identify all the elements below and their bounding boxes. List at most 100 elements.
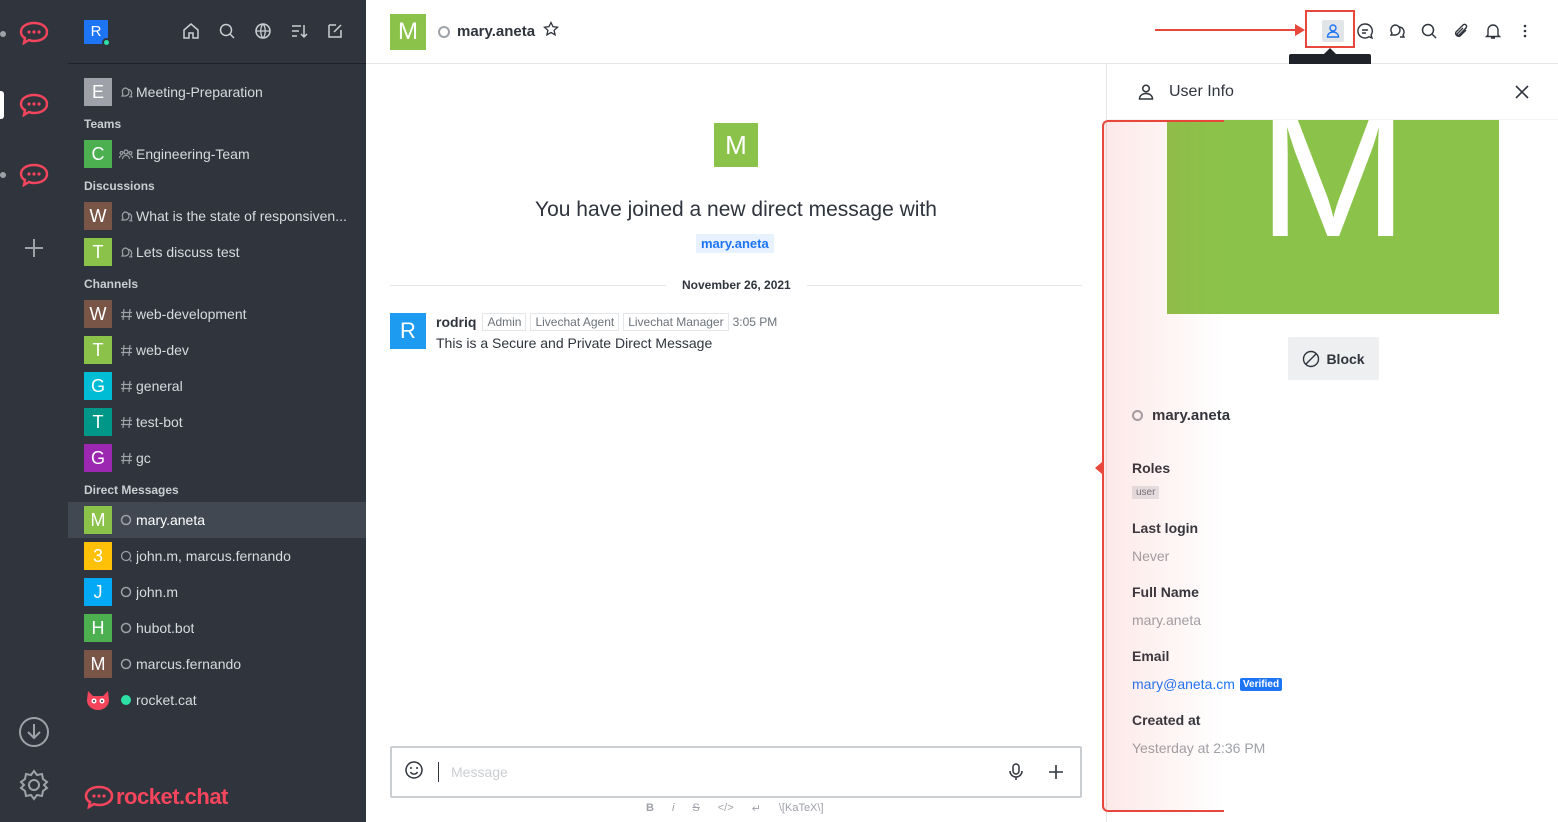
room-avatar[interactable]: M	[390, 13, 426, 50]
sidebar-toolbar	[180, 20, 346, 42]
add-workspace-button[interactable]	[18, 232, 50, 264]
message-avatar[interactable]: R	[390, 313, 426, 349]
status-online-icon	[118, 694, 134, 706]
create-new-button[interactable]	[324, 20, 346, 42]
italic-button[interactable]: i	[672, 802, 674, 815]
message-input[interactable]: Message	[438, 762, 988, 782]
message-item: R rodriq Admin Livechat Agent Livechat M…	[390, 313, 777, 351]
emoji-button[interactable]	[404, 760, 424, 785]
role-badge: Admin	[482, 313, 527, 331]
role-badge: Livechat Agent	[530, 313, 620, 331]
emoji-icon	[405, 760, 423, 779]
sidebar-item-label: Lets discuss test	[136, 244, 240, 260]
sidebar-item[interactable]: Ttest-bot	[68, 404, 366, 440]
sidebar-item[interactable]: Mmarcus.fernando	[68, 646, 366, 682]
home-button[interactable]	[180, 20, 202, 42]
sidebar-item-label: marcus.fernando	[136, 656, 242, 672]
section-teams: Teams	[84, 117, 122, 131]
room-avatar: M	[84, 650, 112, 678]
last-login-value: Never	[1132, 548, 1170, 564]
sidebar-item[interactable]: Ggc	[68, 440, 366, 476]
sidebar-item-label: web-dev	[136, 342, 189, 358]
channels-list: Wweb-development Tweb-dev Ggeneral Ttest-bo…	[68, 296, 366, 476]
sort-button[interactable]	[288, 20, 310, 42]
sidebar-item[interactable]: 3 john.m, marcus.fernando	[68, 538, 366, 574]
add-attachment-button[interactable]	[1044, 760, 1068, 784]
sort-icon	[292, 25, 308, 39]
search-button[interactable]	[216, 20, 238, 42]
room-title[interactable]: mary.aneta	[457, 23, 535, 40]
more-options-button[interactable]	[1514, 20, 1536, 42]
sidebar-item-label: john.m, marcus.fernando	[136, 548, 291, 564]
email-link[interactable]: mary@aneta.cm	[1132, 676, 1235, 692]
rocket-chat-logo: rocket.chat	[84, 784, 228, 810]
discussion-icon	[1389, 24, 1406, 38]
sidebar-item-label: web-development	[136, 306, 247, 322]
hash-icon	[118, 380, 134, 393]
files-button[interactable]	[1450, 20, 1472, 42]
sidebar-item[interactable]: C Engineering-Team	[68, 136, 366, 172]
welcome-title: You have joined a new direct message wit…	[535, 198, 937, 221]
settings-button[interactable]	[17, 768, 51, 802]
favorite-star-icon[interactable]	[543, 20, 560, 42]
block-icon	[1303, 350, 1320, 367]
strike-button[interactable]: S	[692, 802, 699, 815]
sidebar-item[interactable]: Wweb-development	[68, 296, 366, 332]
sidebar-item[interactable]: Tweb-dev	[68, 332, 366, 368]
rail-dot	[0, 172, 6, 178]
message-body: This is a Secure and Private Direct Mess…	[436, 335, 713, 351]
microphone-icon	[1009, 763, 1023, 780]
threads-button[interactable]	[1354, 20, 1376, 42]
notifications-button[interactable]	[1482, 20, 1504, 42]
search-icon	[219, 23, 235, 39]
rocket-chat-workspace-icon	[19, 163, 49, 187]
plus-icon	[25, 239, 43, 257]
sidebar-item-label: Meeting-Preparation	[136, 84, 263, 100]
sidebar-item[interactable]: Mmary.aneta	[68, 502, 366, 538]
code-button[interactable]: </>	[718, 802, 734, 815]
bold-button[interactable]: B	[646, 802, 654, 815]
discussions-button[interactable]	[1386, 20, 1408, 42]
welcome-username-mention[interactable]: mary.aneta	[696, 234, 774, 253]
workspace-icon-2[interactable]	[18, 89, 50, 121]
block-button[interactable]: Block	[1288, 337, 1379, 380]
role-badge: Livechat Manager	[623, 313, 729, 331]
panel-username: mary.aneta	[1132, 407, 1230, 424]
section-discussions: Discussions	[84, 179, 155, 193]
roles-label: Roles	[1132, 460, 1171, 476]
sidebar-item[interactable]: T Lets discuss test	[68, 234, 366, 270]
room-avatar: T	[84, 238, 112, 266]
kebab-icon	[1523, 24, 1527, 38]
sidebar-item-label: What is the state of responsiven...	[136, 208, 347, 224]
rocket-chat-workspace-icon	[19, 21, 49, 45]
workspace-icon-1[interactable]	[18, 17, 50, 49]
sidebar-item[interactable]: E Meeting-Preparation	[68, 74, 366, 110]
sidebar-item[interactable]: Ggeneral	[68, 368, 366, 404]
sidebar-item[interactable]: Hhubot.bot	[68, 610, 366, 646]
hash-icon	[118, 344, 134, 357]
multiline-button[interactable]: ↵	[752, 802, 761, 815]
close-panel-button[interactable]	[1512, 82, 1532, 102]
download-button[interactable]	[17, 715, 51, 749]
sidebar-item[interactable]: W What is the state of responsiven...	[68, 198, 366, 234]
gear-icon	[19, 769, 49, 801]
workspace-icon-3[interactable]	[18, 159, 50, 191]
rocket-chat-workspace-icon	[19, 93, 49, 117]
message-composer: Message	[390, 746, 1082, 798]
directory-button[interactable]	[252, 20, 274, 42]
search-messages-button[interactable]	[1418, 20, 1440, 42]
hash-icon	[118, 416, 134, 429]
message-author[interactable]: rodriq	[436, 314, 476, 330]
sidebar-item[interactable]: rocket.cat	[68, 682, 366, 718]
room-avatar: G	[84, 372, 112, 400]
sidebar-item[interactable]: Jjohn.m	[68, 574, 366, 610]
status-offline-icon	[118, 586, 134, 598]
katex-button[interactable]: \[KaTeX\]	[779, 802, 824, 815]
room-avatar: T	[84, 408, 112, 436]
user-icon	[1138, 83, 1154, 100]
teams-list: C Engineering-Team	[68, 136, 366, 172]
hash-icon	[118, 452, 134, 465]
current-user-avatar[interactable]: R	[84, 19, 111, 47]
audio-message-button[interactable]	[1004, 760, 1028, 784]
annotation-highlight-box	[1305, 10, 1355, 48]
